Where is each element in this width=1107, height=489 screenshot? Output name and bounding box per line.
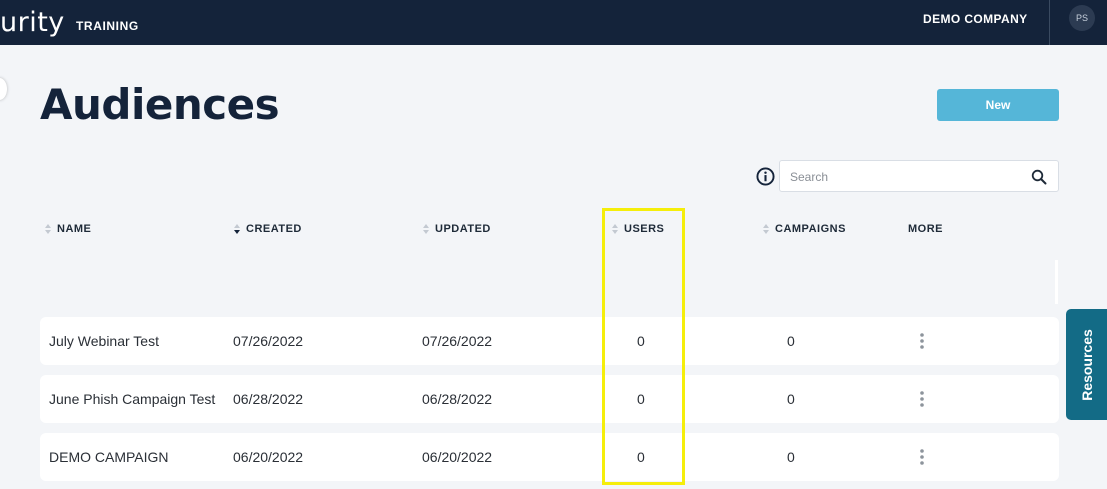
search-input[interactable] (790, 167, 1020, 187)
page-title: Audiences (40, 80, 280, 129)
more-options-icon[interactable] (919, 448, 925, 466)
campaigns-count-cell: 0 (787, 449, 795, 465)
updated-date-cell: 06/28/2022 (422, 391, 493, 407)
updated-date-cell: 06/20/2022 (422, 449, 493, 465)
topbar-divider (1049, 0, 1050, 45)
table-scrollbar[interactable] (1055, 260, 1058, 304)
product-name: TRAINING (76, 19, 139, 33)
search-box (779, 160, 1059, 192)
column-header-label: UPDATED (435, 223, 491, 235)
more-options-icon[interactable] (919, 332, 925, 350)
sort-icon (45, 224, 51, 234)
search-icon[interactable] (1031, 169, 1047, 185)
column-header-label: CAMPAIGNS (775, 223, 846, 235)
campaigns-count-cell: 0 (787, 333, 795, 349)
users-count-cell: 0 (637, 391, 645, 407)
created-date-cell: 06/20/2022 (233, 449, 304, 465)
audience-name-cell[interactable]: July Webinar Test (49, 333, 225, 349)
column-header-created[interactable]: CREATED (233, 223, 302, 235)
users-count-cell: 0 (637, 449, 645, 465)
audience-name-cell[interactable]: DEMO CAMPAIGN (49, 449, 225, 465)
sort-descending-icon (234, 224, 240, 234)
column-header-label: MORE (908, 223, 943, 235)
user-avatar[interactable]: PS (1069, 5, 1095, 31)
company-name[interactable]: DEMO COMPANY (923, 12, 1028, 26)
column-header-label: USERS (624, 223, 665, 235)
table-row[interactable]: DEMO CAMPAIGN 06/20/2022 06/20/2022 0 0 (40, 433, 1059, 481)
sort-icon (423, 224, 429, 234)
sidebar-toggle-handle[interactable] (0, 78, 7, 100)
campaigns-count-cell: 0 (787, 391, 795, 407)
updated-date-cell: 07/26/2022 (422, 333, 493, 349)
created-date-cell: 06/28/2022 (233, 391, 304, 407)
column-header-name[interactable]: NAME (44, 223, 91, 235)
column-header-users[interactable]: USERS (611, 223, 664, 235)
new-audience-button[interactable]: New (937, 89, 1059, 121)
resources-tab[interactable]: Resources (1066, 309, 1107, 420)
brand-logo[interactable]: urity (0, 7, 65, 38)
more-options-icon[interactable] (919, 390, 925, 408)
audience-name-cell[interactable]: June Phish Campaign Test (49, 391, 225, 407)
info-icon[interactable] (756, 167, 775, 186)
top-navigation-bar: urity TRAINING DEMO COMPANY PS (0, 0, 1107, 45)
column-header-label: NAME (57, 223, 92, 235)
table-row[interactable]: June Phish Campaign Test 06/28/2022 06/2… (40, 375, 1059, 423)
column-header-campaigns[interactable]: CAMPAIGNS (762, 223, 846, 235)
column-header-updated[interactable]: UPDATED (422, 223, 491, 235)
sort-icon (763, 224, 769, 234)
resources-tab-label: Resources (1078, 328, 1095, 401)
users-count-cell: 0 (637, 333, 645, 349)
column-header-label: CREATED (246, 223, 302, 235)
created-date-cell: 07/26/2022 (233, 333, 304, 349)
column-header-more: MORE (908, 223, 943, 235)
table-row[interactable]: July Webinar Test 07/26/2022 07/26/2022 … (40, 317, 1059, 365)
sort-icon (612, 224, 618, 234)
